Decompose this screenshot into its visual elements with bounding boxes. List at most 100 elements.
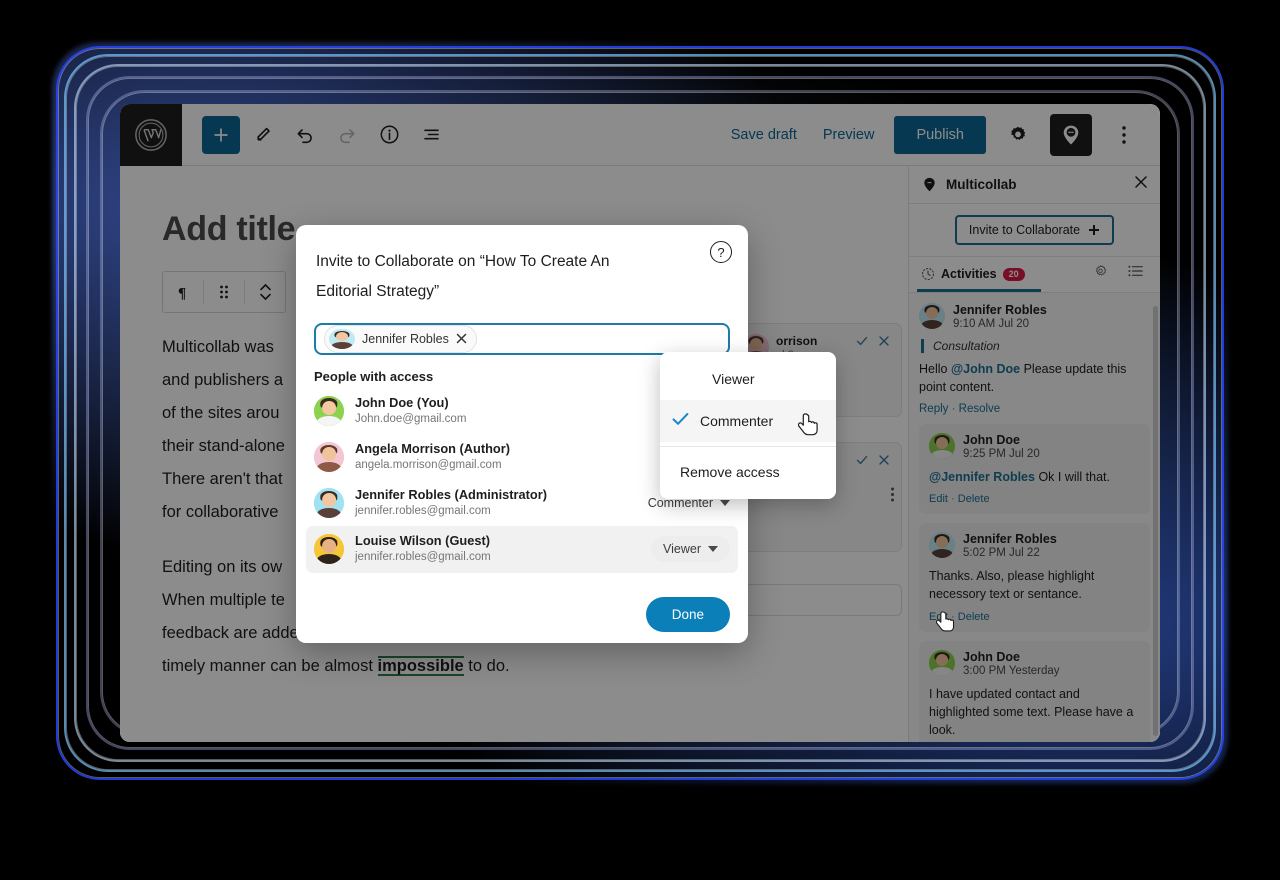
activity-text-before: Hello: [919, 361, 951, 376]
sidebar-tabs: Activities 20: [909, 256, 1160, 293]
mouse-cursor-pointer: [797, 412, 822, 445]
sidebar-invite-row: Invite to Collaborate: [909, 203, 1160, 257]
more-options-button[interactable]: [1106, 117, 1142, 153]
tools-pencil-button[interactable]: [244, 116, 282, 154]
invitee-chip[interactable]: Jennifer Robles: [324, 325, 477, 353]
redo-button[interactable]: [328, 116, 366, 154]
undo-arrow-icon: [297, 128, 312, 143]
wordpress-logo-icon[interactable]: [120, 104, 182, 166]
activity-quote: Consultation: [921, 338, 1150, 353]
move-up-down-icon[interactable]: [245, 272, 285, 312]
comment-kebab-menu[interactable]: [890, 486, 895, 508]
invite-to-collaborate-button[interactable]: Invite to Collaborate: [954, 214, 1115, 245]
settings-button[interactable]: [1000, 117, 1036, 153]
list-view-button[interactable]: [412, 116, 450, 154]
multicollab-pin-icon: [1063, 125, 1079, 144]
canvas-comment-input[interactable]: [744, 584, 902, 616]
menu-item-remove-access[interactable]: Remove access: [660, 451, 836, 493]
done-button[interactable]: Done: [645, 596, 730, 632]
save-draft-button[interactable]: Save draft: [725, 119, 803, 151]
paragraph-icon[interactable]: ¶: [163, 272, 203, 312]
multicollab-pin-icon: [924, 177, 935, 192]
plus-icon: [214, 128, 228, 141]
drag-handle-icon[interactable]: [204, 272, 244, 312]
delete-link[interactable]: Delete: [958, 493, 990, 505]
publish-button[interactable]: Publish: [894, 115, 986, 154]
paragraph-line: and publishers a: [162, 371, 284, 389]
person-name: Louise Wilson (Guest): [355, 533, 490, 549]
activity-actions: Edit · Delete: [929, 493, 1140, 505]
reply-link[interactable]: Reply: [919, 403, 948, 415]
tab-activities-label: Activities: [941, 267, 997, 282]
activity-time: 3:00 PM Yesterday: [963, 664, 1060, 677]
highlighted-word[interactable]: impossible: [378, 656, 464, 676]
comment-author: orrison: [776, 334, 818, 348]
activity-feed[interactable]: Jennifer Robles 9:10 AM Jul 20 Consultat…: [909, 293, 1160, 742]
close-icon[interactable]: [1134, 175, 1148, 194]
details-button[interactable]: [370, 116, 408, 154]
sidebar-scrollbar[interactable]: [1153, 306, 1158, 736]
multicollab-sidebar: Multicollab Invite to Collaborate Activi…: [908, 166, 1160, 742]
question-mark-icon[interactable]: ?: [710, 241, 732, 263]
avatar: [314, 488, 344, 519]
separator-dot: ·: [951, 403, 959, 416]
avatar: [919, 302, 945, 329]
svg-text:¶: ¶: [178, 285, 186, 301]
avatar: [929, 532, 955, 559]
edit-link[interactable]: Edit: [929, 493, 948, 505]
activity-text: @Jennifer Robles Ok I will that.: [929, 468, 1140, 486]
paragraph-line: There aren't that: [162, 470, 283, 488]
list-icon[interactable]: [1120, 264, 1152, 284]
activity-time: 9:10 AM Jul 20: [953, 317, 1030, 330]
activity-text: Thanks. Also, please highlight necessory…: [929, 569, 1095, 602]
role-selector-viewer[interactable]: Viewer: [651, 536, 730, 563]
role-label: Viewer: [663, 542, 701, 557]
add-block-button[interactable]: [202, 115, 240, 154]
mouse-cursor-pointer-secondary: [935, 610, 958, 641]
person-name: Jennifer Robles (Administrator): [355, 487, 547, 503]
multicollab-button[interactable]: [1050, 113, 1092, 156]
paragraph-line: of the sites arou: [162, 404, 280, 422]
x-icon[interactable]: [877, 453, 891, 472]
person-email: jennifer.robles@gmail.com: [355, 504, 491, 517]
check-icon[interactable]: [855, 334, 869, 353]
preview-button[interactable]: Preview: [817, 119, 881, 151]
invite-people-input[interactable]: Jennifer Robles: [314, 323, 730, 355]
sidebar-header: Multicollab: [909, 166, 1160, 204]
activity-text: Hello @John Doe Please update this point…: [919, 360, 1150, 396]
screenshot-stage: Save draft Preview Publish Add title ¶ M…: [0, 0, 1280, 880]
editor-tools-group: [182, 115, 450, 154]
list-item[interactable]: Louise Wilson (Guest) jennifer.robles@gm…: [306, 526, 738, 573]
activity-reply-card[interactable]: John Doe 3:00 PM Yesterday I have update…: [919, 640, 1150, 742]
x-icon[interactable]: [456, 333, 467, 346]
paragraph-line: When multiple te: [162, 591, 285, 609]
invite-button-label: Invite to Collaborate: [968, 222, 1081, 237]
person-email: jennifer.robles@gmail.com: [355, 551, 491, 564]
paragraph-line: for collaborative: [162, 503, 279, 521]
mention-link[interactable]: @John Doe: [951, 362, 1020, 376]
delete-link[interactable]: Delete: [958, 611, 990, 623]
undo-button[interactable]: [286, 116, 324, 154]
activity-thread[interactable]: Jennifer Robles 9:10 AM Jul 20 Consultat…: [919, 302, 1150, 415]
check-icon[interactable]: [855, 453, 869, 472]
chevron-down-icon: [720, 500, 730, 507]
list-view-icon: [423, 129, 439, 140]
activity-time: 5:02 PM Jul 22: [963, 547, 1040, 560]
activity-actions: Reply · Resolve: [919, 403, 1150, 415]
paragraph-line: Editing on its ow: [162, 558, 283, 576]
menu-item-viewer[interactable]: Viewer: [660, 358, 836, 400]
tab-activities[interactable]: Activities 20: [909, 257, 1037, 292]
avatar: [314, 442, 344, 473]
activity-text-after: Ok I will that.: [1034, 470, 1110, 485]
chevron-down-icon: [708, 546, 718, 553]
settings-gear-icon[interactable]: [1085, 264, 1116, 284]
menu-item-label: Remove access: [680, 464, 780, 480]
mention-link[interactable]: @Jennifer Robles: [929, 470, 1035, 484]
gear-icon: [1011, 126, 1026, 140]
x-icon[interactable]: [877, 334, 891, 353]
active-tab-indicator: [917, 288, 1041, 292]
resolve-link[interactable]: Resolve: [959, 403, 1001, 415]
modal-title: Invite to Collaborate on “How To Create …: [316, 253, 610, 300]
activity-reply-card[interactable]: John Doe 9:25 PM Jul 20 @Jennifer Robles…: [919, 424, 1150, 515]
avatar: [929, 433, 955, 460]
